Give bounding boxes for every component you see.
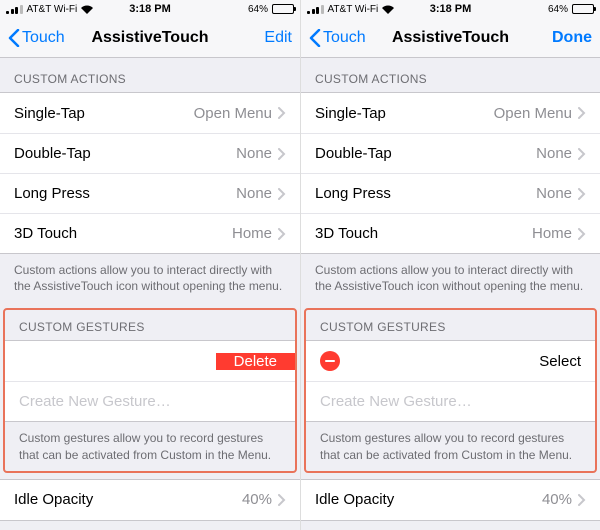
delete-minus-icon[interactable] [320, 351, 340, 371]
cell-idle-opacity[interactable]: Idle Opacity 40% [0, 480, 300, 520]
create-gesture-row[interactable]: Create New Gesture… [306, 381, 595, 421]
chevron-right-icon [278, 107, 286, 119]
section-footer-custom-actions: Custom actions allow you to interact dir… [301, 254, 600, 308]
cell-label: Single-Tap [315, 105, 386, 122]
section-header-custom-gestures: CUSTOM GESTURES [5, 310, 295, 340]
cell-3d-touch[interactable]: 3D Touch Home [0, 213, 300, 253]
custom-actions-group: Single-Tap Open Menu Double-Tap None Lon… [301, 92, 600, 254]
back-label: Touch [323, 29, 366, 47]
custom-actions-group: Single-Tap Open Menu Double-Tap None Lon… [0, 92, 300, 254]
create-gesture-row[interactable]: Create New Gesture… [5, 381, 295, 421]
cell-value: Home [532, 225, 572, 242]
chevron-right-icon [578, 107, 586, 119]
chevron-right-icon [578, 228, 586, 240]
cell-label: Idle Opacity [14, 491, 93, 508]
status-bar: AT&T Wi-Fi 3:18 PM 64% [301, 0, 600, 18]
cell-label: Idle Opacity [315, 491, 394, 508]
done-button[interactable]: Done [552, 29, 592, 47]
cell-value: None [236, 185, 272, 202]
nav-bar: Touch AssistiveTouch Edit [0, 18, 300, 58]
gesture-row-edit[interactable]: Select [306, 341, 595, 381]
chevron-left-icon [309, 29, 321, 47]
cell-label: Double-Tap [315, 145, 392, 162]
screenshot-right: AT&T Wi-Fi 3:18 PM 64% Touch AssistiveTo… [300, 0, 600, 530]
highlight-box: CUSTOM GESTURES Delete Create New Gestur… [3, 308, 297, 472]
cell-3d-touch[interactable]: 3D Touch Home [301, 213, 600, 253]
gesture-name: Select [539, 353, 581, 370]
cell-value: Open Menu [494, 105, 572, 122]
delete-button[interactable]: Delete [216, 353, 295, 370]
back-button[interactable]: Touch [8, 29, 65, 47]
cell-single-tap[interactable]: Single-Tap Open Menu [0, 93, 300, 133]
cell-double-tap[interactable]: Double-Tap None [301, 133, 600, 173]
chevron-right-icon [278, 188, 286, 200]
section-header-custom-gestures: CUSTOM GESTURES [306, 310, 595, 340]
cell-label: Long Press [14, 185, 90, 202]
cell-value: 40% [242, 491, 272, 508]
chevron-left-icon [8, 29, 20, 47]
cell-long-press[interactable]: Long Press None [0, 173, 300, 213]
chevron-right-icon [278, 148, 286, 160]
custom-gestures-group: Select Create New Gesture… [306, 340, 595, 422]
chevron-right-icon [578, 188, 586, 200]
cell-label: Long Press [315, 185, 391, 202]
clock: 3:18 PM [301, 3, 600, 15]
cell-value: None [536, 185, 572, 202]
section-footer-custom-gestures: Custom gestures allow you to record gest… [5, 422, 295, 470]
clock: 3:18 PM [0, 3, 300, 15]
create-gesture-label: Create New Gesture… [19, 393, 171, 410]
cell-value: None [536, 145, 572, 162]
chevron-right-icon [278, 494, 286, 506]
section-header-custom-actions: CUSTOM ACTIONS [301, 58, 600, 92]
cell-double-tap[interactable]: Double-Tap None [0, 133, 300, 173]
idle-opacity-group: Idle Opacity 40% [0, 479, 300, 521]
chevron-right-icon [278, 228, 286, 240]
create-gesture-label: Create New Gesture… [320, 393, 472, 410]
cell-value: None [236, 145, 272, 162]
section-header-pointer-devices: POINTER DEVICES [301, 521, 600, 530]
cell-value: 40% [542, 491, 572, 508]
edit-button[interactable]: Edit [264, 29, 292, 47]
cell-label: 3D Touch [315, 225, 378, 242]
screenshot-left: AT&T Wi-Fi 3:18 PM 64% Touch AssistiveTo… [0, 0, 300, 530]
battery-icon [572, 4, 594, 14]
section-header-pointer-devices: POINTER DEVICES [0, 521, 300, 530]
cell-value: Home [232, 225, 272, 242]
status-bar: AT&T Wi-Fi 3:18 PM 64% [0, 0, 300, 18]
idle-opacity-group: Idle Opacity 40% [301, 479, 600, 521]
cell-label: Single-Tap [14, 105, 85, 122]
back-button[interactable]: Touch [309, 29, 366, 47]
chevron-right-icon [578, 494, 586, 506]
cell-idle-opacity[interactable]: Idle Opacity 40% [301, 480, 600, 520]
cell-label: Double-Tap [14, 145, 91, 162]
highlight-box: CUSTOM GESTURES Select Create New Gestur… [304, 308, 597, 472]
cell-label: 3D Touch [14, 225, 77, 242]
section-header-custom-actions: CUSTOM ACTIONS [0, 58, 300, 92]
cell-single-tap[interactable]: Single-Tap Open Menu [301, 93, 600, 133]
chevron-right-icon [578, 148, 586, 160]
back-label: Touch [22, 29, 65, 47]
cell-value: Open Menu [194, 105, 272, 122]
custom-gestures-group: Delete Create New Gesture… [5, 340, 295, 422]
section-footer-custom-actions: Custom actions allow you to interact dir… [0, 254, 300, 308]
battery-icon [272, 4, 294, 14]
cell-long-press[interactable]: Long Press None [301, 173, 600, 213]
section-footer-custom-gestures: Custom gestures allow you to record gest… [306, 422, 595, 470]
gesture-row-swiped[interactable]: Delete [5, 341, 295, 381]
nav-bar: Touch AssistiveTouch Done [301, 18, 600, 58]
